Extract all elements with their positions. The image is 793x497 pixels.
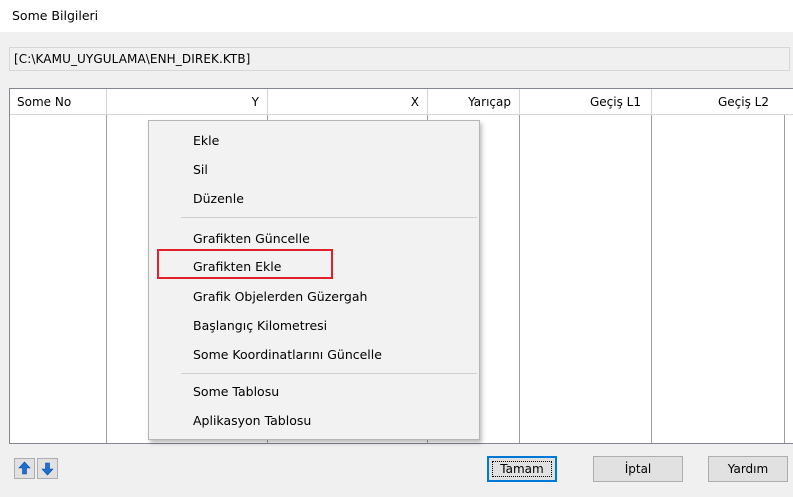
menu-item-sil[interactable]: Sil (193, 162, 208, 177)
header-yaricap[interactable]: Yarıçap (428, 89, 520, 115)
menu-item-duzenle[interactable]: Düzenle (193, 191, 244, 206)
header-label: Yarıçap (468, 95, 511, 109)
menu-item-aplikasyon-tablosu[interactable]: Aplikasyon Tablosu (193, 413, 311, 428)
header-label: Some No (17, 95, 72, 109)
move-up-button[interactable] (14, 458, 35, 479)
file-path-field: [C:\KAMU_UYGULAMA\ENH_DIREK.KTB] (9, 47, 790, 71)
context-menu: Ekle Sil Düzenle Grafikten Güncelle Graf… (148, 120, 480, 440)
header-label: X (410, 95, 419, 109)
header-label: Geçiş L1 (590, 95, 641, 109)
cancel-label: İptal (624, 462, 652, 476)
window-title: Some Bilgileri (12, 8, 99, 23)
header-label: Y (251, 95, 259, 109)
title-bar: Some Bilgileri (0, 0, 793, 32)
bottom-bar: Tamam İptal Yardım (0, 450, 793, 497)
header-x[interactable]: X (268, 89, 428, 115)
file-path-text: [C:\KAMU_UYGULAMA\ENH_DIREK.KTB] (14, 52, 251, 66)
help-label: Yardım (727, 462, 769, 476)
column-gecis-l2 (651, 89, 785, 443)
focus-rectangle (492, 461, 552, 477)
column-some-no (10, 89, 107, 443)
header-gecis-l2[interactable]: Geçiş L2 (652, 89, 793, 115)
cancel-button[interactable]: İptal (593, 456, 683, 482)
menu-item-grafikten-ekle[interactable]: Grafikten Ekle (193, 259, 281, 274)
arrow-down-icon (41, 462, 54, 476)
menu-item-some-tablosu[interactable]: Some Tablosu (193, 384, 279, 399)
header-gecis-l1[interactable]: Geçiş L1 (520, 89, 652, 115)
header-y[interactable]: Y (107, 89, 268, 115)
menu-item-grafikten-guncelle[interactable]: Grafikten Güncelle (193, 231, 310, 246)
help-button[interactable]: Yardım (708, 456, 788, 482)
menu-item-baslangic-kilometresi[interactable]: Başlangıç Kilometresi (193, 318, 327, 333)
menu-item-some-koordinatlarini-guncelle[interactable]: Some Koordinatlarını Güncelle (193, 347, 382, 362)
menu-item-grafik-objelerden-guzergah[interactable]: Grafik Objelerden Güzergah (193, 289, 367, 304)
menu-item-ekle[interactable]: Ekle (193, 133, 219, 148)
move-down-button[interactable] (37, 458, 58, 479)
column-gecis-l1 (519, 89, 652, 443)
arrow-up-icon (18, 461, 31, 475)
ok-button[interactable]: Tamam (487, 456, 557, 482)
header-some-no[interactable]: Some No (10, 89, 107, 115)
header-label: Geçiş L2 (718, 95, 769, 109)
menu-separator (181, 217, 477, 218)
menu-separator (181, 373, 477, 374)
